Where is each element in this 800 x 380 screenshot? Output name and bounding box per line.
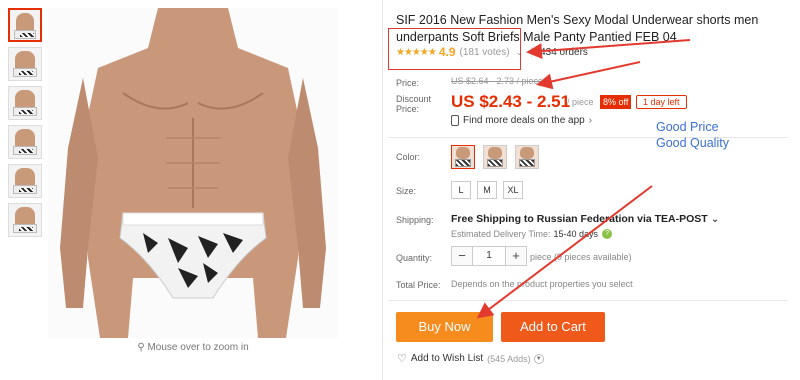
orders-count: 434 orders — [540, 46, 588, 58]
chevron-down-icon: ⌄ — [710, 213, 720, 225]
app-deals-text: Find more deals on the app — [463, 115, 585, 126]
color-swatch[interactable] — [515, 145, 539, 169]
thumbnail[interactable] — [8, 8, 42, 42]
separator — [531, 47, 533, 57]
thumbnail[interactable] — [8, 125, 42, 159]
main-product-image[interactable] — [48, 8, 338, 338]
arrow-to-price — [536, 61, 641, 90]
size-option-m[interactable]: M — [477, 181, 497, 199]
original-price: US $2.64 - 2.73 / piece — [451, 76, 544, 86]
quantity-decrease-button[interactable]: − — [451, 246, 473, 266]
quantity-label: Quantity: — [396, 253, 433, 263]
shipping-text: Free Shipping to Russian Federation via … — [451, 213, 708, 225]
size-options: L M XL — [451, 181, 523, 199]
wishlist-text: Add to Wish List — [410, 353, 484, 364]
phone-icon — [451, 115, 459, 126]
delivery-days: 15-40 days — [553, 229, 599, 239]
size-option-xl[interactable]: XL — [503, 181, 523, 199]
color-swatches — [451, 145, 539, 169]
thumbnail[interactable] — [8, 47, 42, 81]
availability-text: piece (9 pieces available) — [530, 252, 632, 262]
help-icon[interactable]: ? — [602, 229, 613, 239]
zoom-hint: ⚲ Mouse over to zoom in — [48, 342, 338, 353]
thumbnail[interactable] — [8, 164, 42, 198]
chevron-down-icon[interactable]: ▼ — [533, 353, 544, 364]
shipping-info[interactable]: Free Shipping to Russian Federation via … — [451, 213, 719, 225]
discount-price-label: Discount Price: — [396, 94, 432, 114]
price-label: Price: — [396, 78, 420, 88]
app-deals-link[interactable]: Find more deals on the app › — [451, 115, 592, 126]
heart-icon: ♡ — [397, 353, 407, 365]
chevron-right-icon: › — [588, 115, 593, 126]
time-left-badge: 1 day left — [636, 95, 687, 109]
thumbnail[interactable] — [8, 86, 42, 120]
column-divider — [382, 0, 383, 380]
size-option-l[interactable]: L — [451, 181, 471, 199]
delivery-time: Estimated Delivery Time: 15-40 days ? — [451, 229, 613, 239]
discount-price: US $2.43 - 2.51 — [451, 92, 571, 111]
product-photo — [48, 8, 338, 338]
per-piece-label: / piece — [567, 97, 594, 107]
color-swatch[interactable] — [451, 145, 475, 169]
rating-highlight-box — [388, 28, 521, 70]
delivery-label: Estimated Delivery Time: — [451, 229, 551, 239]
color-label: Color: — [396, 152, 421, 162]
quantity-stepper: − 1 + — [451, 246, 527, 266]
total-price-label: Total Price: — [396, 280, 441, 290]
add-to-cart-button[interactable]: Add to Cart — [501, 312, 605, 342]
total-price-text: Depends on the product properties you se… — [451, 279, 633, 289]
shipping-label: Shipping: — [396, 215, 434, 225]
thumbnail[interactable] — [8, 203, 42, 237]
quantity-input[interactable]: 1 — [473, 246, 505, 266]
magnifier-icon: ⚲ — [137, 342, 148, 353]
quantity-increase-button[interactable]: + — [505, 246, 527, 266]
zoom-hint-text: Mouse over to zoom in — [147, 342, 249, 353]
buy-now-button[interactable]: Buy Now — [396, 312, 493, 342]
size-label: Size: — [396, 186, 417, 196]
wishlist-count: (545 Adds) — [487, 353, 531, 364]
discount-badge: 8% off — [600, 95, 632, 109]
annotation-good-quality: Good Quality — [656, 136, 729, 150]
add-to-wishlist-link[interactable]: ♡ Add to Wish List (545 Adds) ▼ — [397, 352, 544, 365]
thumbnail-strip — [8, 8, 46, 242]
annotation-good-price: Good Price — [656, 120, 719, 134]
color-swatch[interactable] — [483, 145, 507, 169]
section-divider — [388, 300, 788, 301]
